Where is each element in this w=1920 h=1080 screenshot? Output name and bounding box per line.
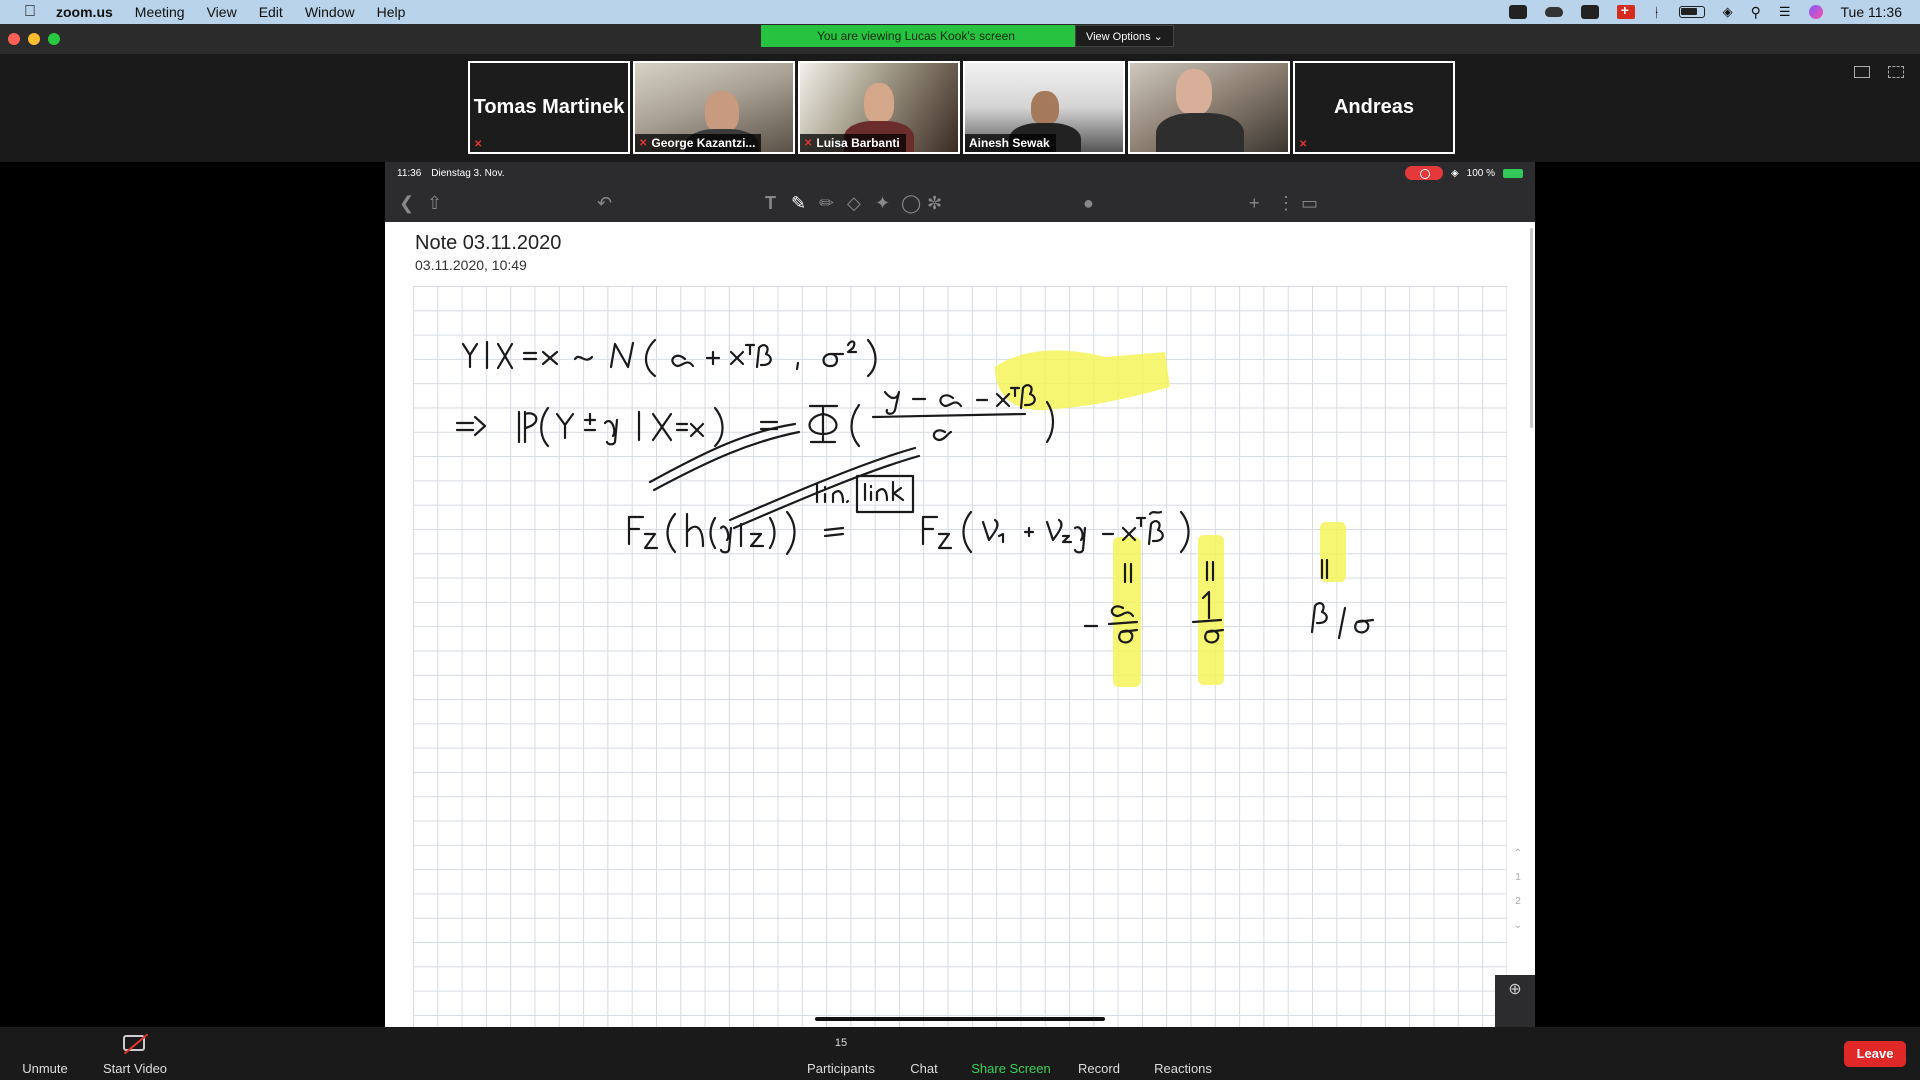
muted-mic-icon: ✕ — [474, 139, 483, 150]
fullscreen-window-button[interactable] — [48, 33, 60, 45]
siri-icon[interactable] — [1808, 5, 1823, 19]
page-number[interactable]: 1 — [1511, 866, 1525, 890]
start-video-label: Start Video — [102, 1061, 168, 1076]
meeting-controls-bar: Unmute Start Video 15 Participants Chat … — [0, 1027, 1920, 1080]
participant-name: Luisa Barbanti — [816, 136, 900, 150]
zoom-in-icon[interactable]: ⊕ — [1495, 975, 1535, 1027]
menu-app-name[interactable]: zoom.us — [56, 4, 113, 20]
gallery-view-icon[interactable] — [1854, 66, 1870, 78]
swiss-flag-icon[interactable] — [1616, 2, 1635, 19]
page-down-icon[interactable]: ⌄ — [1511, 914, 1525, 938]
menu-edit[interactable]: Edit — [259, 4, 283, 20]
unmute-button[interactable]: Unmute — [22, 1027, 68, 1080]
participant-tile[interactable]: Tomas Martinek ✕ — [468, 61, 630, 154]
participants-button[interactable]: 15 Participants — [806, 1027, 876, 1080]
start-video-button[interactable]: Start Video — [100, 1027, 170, 1080]
participant-tile[interactable]: ✕ George Kazantzi... — [633, 61, 795, 154]
muted-mic-icon: ✕ — [639, 137, 648, 149]
video-off-icon — [123, 1035, 145, 1051]
cloud-icon[interactable] — [1544, 7, 1563, 17]
menu-window[interactable]: Window — [305, 4, 355, 20]
zoom-title-bar: You are viewing Lucas Kook's screen View… — [0, 24, 1920, 54]
chat-label: Chat — [910, 1061, 938, 1076]
search-icon[interactable]: ⚲ — [1751, 4, 1761, 21]
participant-name: Ainesh Sewak — [969, 136, 1050, 150]
highlighter-marks — [995, 350, 1346, 687]
note-scrollbar[interactable] — [1530, 228, 1533, 428]
bluetooth-icon[interactable]: ᛂ — [1653, 5, 1661, 20]
participant-name-large: Andreas — [1333, 96, 1415, 118]
view-options-label: View Options — [1085, 31, 1151, 43]
menu-help[interactable]: Help — [377, 4, 406, 20]
participant-tile[interactable]: ✕ Luisa Barbanti — [798, 61, 960, 154]
muted-mic-icon: ✕ — [1299, 139, 1308, 150]
menu-clock[interactable]: Tue 11:36 — [1841, 4, 1903, 20]
share-screen-button[interactable]: Share Screen — [969, 1027, 1053, 1080]
record-button[interactable]: Record — [1074, 1027, 1124, 1080]
battery-icon[interactable] — [1678, 6, 1705, 18]
apple-icon[interactable]:  — [20, 3, 40, 21]
leave-button[interactable]: Leave — [1844, 1041, 1906, 1067]
participant-name: George Kazantzi... — [651, 136, 756, 150]
page-up-icon[interactable]: ⌃ — [1511, 842, 1525, 866]
participant-count: 15 — [834, 1037, 848, 1049]
participant-name-large: Tomas Martinek — [473, 96, 625, 118]
participant-video-strip: Tomas Martinek ✕ ✕ George Kazantzi... ✕ Lu… — [0, 54, 1920, 162]
participant-tile[interactable]: Ainesh Sewak — [963, 61, 1125, 154]
participants-label: Participants — [807, 1061, 875, 1076]
close-window-button[interactable] — [8, 33, 20, 45]
muted-mic-icon: ✕ — [804, 137, 813, 149]
shared-screen-area: 11:36 Dienstag 3. Nov. ◈ 100 % ❮ ⇧ ↶ T ✎… — [0, 162, 1920, 1027]
participant-tile[interactable]: Andreas ✕ — [1293, 61, 1455, 154]
zoom-status-icon[interactable] — [1508, 5, 1527, 19]
record-label: Record — [1078, 1061, 1120, 1076]
participant-tile[interactable] — [1128, 61, 1290, 154]
macos-menu-bar:  zoom.us Meeting View Edit Window Help … — [0, 0, 1920, 24]
memory-icon[interactable] — [1580, 5, 1599, 19]
share-screen-label: Share Screen — [971, 1061, 1051, 1076]
unmute-label: Unmute — [22, 1061, 68, 1076]
wifi-icon[interactable]: ◈ — [1723, 4, 1733, 20]
view-options-button[interactable]: View Options ⌄ — [1074, 25, 1174, 47]
menu-meeting[interactable]: Meeting — [135, 4, 185, 20]
reactions-button[interactable]: Reactions — [1152, 1027, 1214, 1080]
fullscreen-icon[interactable] — [1888, 66, 1904, 78]
handwritten-math-ink — [455, 338, 1375, 687]
ipad-home-indicator — [815, 1017, 1105, 1021]
control-center-icon[interactable]: ☰ — [1779, 4, 1791, 20]
participant-video — [1130, 63, 1288, 152]
pen-strokes — [455, 338, 1375, 644]
chat-button[interactable]: Chat — [906, 1027, 942, 1080]
menu-view[interactable]: View — [207, 4, 237, 20]
shared-ipad-screen: 11:36 Dienstag 3. Nov. ◈ 100 % ❮ ⇧ ↶ T ✎… — [385, 162, 1535, 1027]
page-number[interactable]: 2 — [1511, 890, 1525, 914]
viewing-screen-banner: You are viewing Lucas Kook's screen View… — [761, 25, 1174, 47]
minimize-window-button[interactable] — [28, 33, 40, 45]
reactions-label: Reactions — [1154, 1061, 1212, 1076]
viewing-screen-message: You are viewing Lucas Kook's screen — [761, 25, 1075, 47]
page-navigator[interactable]: ⌃ 1 2 ⌄ — [1511, 842, 1525, 938]
